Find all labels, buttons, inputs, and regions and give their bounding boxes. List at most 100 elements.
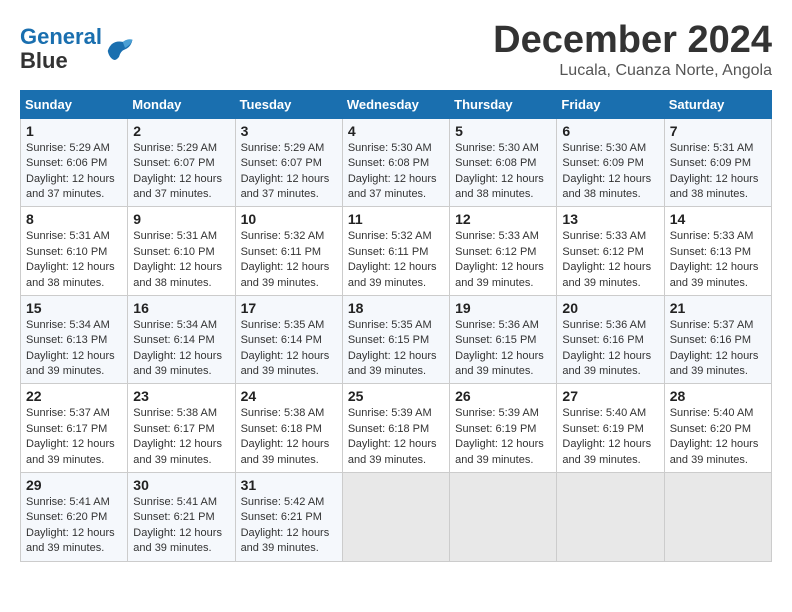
header-monday: Monday xyxy=(128,90,235,118)
day-info: Sunrise: 5:38 AM Sunset: 6:18 PM Dayligh… xyxy=(241,406,337,468)
day-info: Sunrise: 5:35 AM Sunset: 6:14 PM Dayligh… xyxy=(241,318,337,380)
calendar-cell: 12 Sunrise: 5:33 AM Sunset: 6:12 PM Dayl… xyxy=(450,207,557,296)
page-header: GeneralBlue December 2024 Lucala, Cuanza… xyxy=(20,20,772,80)
calendar-cell: 5 Sunrise: 5:30 AM Sunset: 6:08 PM Dayli… xyxy=(450,118,557,207)
day-info: Sunrise: 5:31 AM Sunset: 6:10 PM Dayligh… xyxy=(133,229,229,291)
day-info: Sunrise: 5:37 AM Sunset: 6:17 PM Dayligh… xyxy=(26,406,122,468)
calendar-cell: 18 Sunrise: 5:35 AM Sunset: 6:15 PM Dayl… xyxy=(342,295,449,384)
calendar-cell: 15 Sunrise: 5:34 AM Sunset: 6:13 PM Dayl… xyxy=(21,295,128,384)
logo: GeneralBlue xyxy=(20,25,134,73)
logo-text: GeneralBlue xyxy=(20,25,102,73)
calendar-cell: 19 Sunrise: 5:36 AM Sunset: 6:15 PM Dayl… xyxy=(450,295,557,384)
logo-bird-icon xyxy=(104,35,134,63)
header-saturday: Saturday xyxy=(664,90,771,118)
day-number: 26 xyxy=(455,388,551,404)
calendar-cell: 29 Sunrise: 5:41 AM Sunset: 6:20 PM Dayl… xyxy=(21,473,128,562)
day-number: 9 xyxy=(133,211,229,227)
day-info: Sunrise: 5:31 AM Sunset: 6:09 PM Dayligh… xyxy=(670,141,766,203)
day-info: Sunrise: 5:41 AM Sunset: 6:20 PM Dayligh… xyxy=(26,495,122,557)
day-number: 17 xyxy=(241,300,337,316)
day-info: Sunrise: 5:40 AM Sunset: 6:19 PM Dayligh… xyxy=(562,406,658,468)
day-number: 13 xyxy=(562,211,658,227)
calendar-cell: 21 Sunrise: 5:37 AM Sunset: 6:16 PM Dayl… xyxy=(664,295,771,384)
day-number: 15 xyxy=(26,300,122,316)
day-info: Sunrise: 5:30 AM Sunset: 6:08 PM Dayligh… xyxy=(348,141,444,203)
calendar-cell: 31 Sunrise: 5:42 AM Sunset: 6:21 PM Dayl… xyxy=(235,473,342,562)
calendar-cell: 28 Sunrise: 5:40 AM Sunset: 6:20 PM Dayl… xyxy=(664,384,771,473)
day-number: 25 xyxy=(348,388,444,404)
day-number: 28 xyxy=(670,388,766,404)
day-info: Sunrise: 5:42 AM Sunset: 6:21 PM Dayligh… xyxy=(241,495,337,557)
calendar-cell: 1 Sunrise: 5:29 AM Sunset: 6:06 PM Dayli… xyxy=(21,118,128,207)
day-number: 29 xyxy=(26,477,122,493)
calendar-week-1: 1 Sunrise: 5:29 AM Sunset: 6:06 PM Dayli… xyxy=(21,118,772,207)
day-info: Sunrise: 5:36 AM Sunset: 6:15 PM Dayligh… xyxy=(455,318,551,380)
day-info: Sunrise: 5:37 AM Sunset: 6:16 PM Dayligh… xyxy=(670,318,766,380)
day-info: Sunrise: 5:30 AM Sunset: 6:09 PM Dayligh… xyxy=(562,141,658,203)
day-info: Sunrise: 5:29 AM Sunset: 6:07 PM Dayligh… xyxy=(241,141,337,203)
day-number: 18 xyxy=(348,300,444,316)
day-info: Sunrise: 5:35 AM Sunset: 6:15 PM Dayligh… xyxy=(348,318,444,380)
header-thursday: Thursday xyxy=(450,90,557,118)
calendar-week-2: 8 Sunrise: 5:31 AM Sunset: 6:10 PM Dayli… xyxy=(21,207,772,296)
day-info: Sunrise: 5:39 AM Sunset: 6:18 PM Dayligh… xyxy=(348,406,444,468)
calendar-week-4: 22 Sunrise: 5:37 AM Sunset: 6:17 PM Dayl… xyxy=(21,384,772,473)
day-info: Sunrise: 5:32 AM Sunset: 6:11 PM Dayligh… xyxy=(348,229,444,291)
location: Lucala, Cuanza Norte, Angola xyxy=(493,62,772,80)
title-block: December 2024 Lucala, Cuanza Norte, Ango… xyxy=(493,20,772,80)
calendar-cell xyxy=(342,473,449,562)
day-info: Sunrise: 5:38 AM Sunset: 6:17 PM Dayligh… xyxy=(133,406,229,468)
day-info: Sunrise: 5:41 AM Sunset: 6:21 PM Dayligh… xyxy=(133,495,229,557)
day-number: 2 xyxy=(133,123,229,139)
calendar-cell xyxy=(664,473,771,562)
calendar-week-3: 15 Sunrise: 5:34 AM Sunset: 6:13 PM Dayl… xyxy=(21,295,772,384)
calendar-cell: 10 Sunrise: 5:32 AM Sunset: 6:11 PM Dayl… xyxy=(235,207,342,296)
day-info: Sunrise: 5:33 AM Sunset: 6:12 PM Dayligh… xyxy=(455,229,551,291)
day-number: 30 xyxy=(133,477,229,493)
calendar-cell xyxy=(557,473,664,562)
calendar-cell: 27 Sunrise: 5:40 AM Sunset: 6:19 PM Dayl… xyxy=(557,384,664,473)
day-number: 27 xyxy=(562,388,658,404)
calendar-cell: 7 Sunrise: 5:31 AM Sunset: 6:09 PM Dayli… xyxy=(664,118,771,207)
calendar-cell: 13 Sunrise: 5:33 AM Sunset: 6:12 PM Dayl… xyxy=(557,207,664,296)
day-number: 12 xyxy=(455,211,551,227)
day-info: Sunrise: 5:33 AM Sunset: 6:12 PM Dayligh… xyxy=(562,229,658,291)
day-number: 11 xyxy=(348,211,444,227)
calendar-cell: 8 Sunrise: 5:31 AM Sunset: 6:10 PM Dayli… xyxy=(21,207,128,296)
calendar-week-5: 29 Sunrise: 5:41 AM Sunset: 6:20 PM Dayl… xyxy=(21,473,772,562)
header-sunday: Sunday xyxy=(21,90,128,118)
day-info: Sunrise: 5:34 AM Sunset: 6:14 PM Dayligh… xyxy=(133,318,229,380)
header-wednesday: Wednesday xyxy=(342,90,449,118)
day-info: Sunrise: 5:30 AM Sunset: 6:08 PM Dayligh… xyxy=(455,141,551,203)
calendar-cell: 4 Sunrise: 5:30 AM Sunset: 6:08 PM Dayli… xyxy=(342,118,449,207)
calendar-cell: 22 Sunrise: 5:37 AM Sunset: 6:17 PM Dayl… xyxy=(21,384,128,473)
calendar-cell: 30 Sunrise: 5:41 AM Sunset: 6:21 PM Dayl… xyxy=(128,473,235,562)
calendar-cell: 14 Sunrise: 5:33 AM Sunset: 6:13 PM Dayl… xyxy=(664,207,771,296)
day-info: Sunrise: 5:34 AM Sunset: 6:13 PM Dayligh… xyxy=(26,318,122,380)
calendar-cell: 2 Sunrise: 5:29 AM Sunset: 6:07 PM Dayli… xyxy=(128,118,235,207)
day-number: 16 xyxy=(133,300,229,316)
day-info: Sunrise: 5:29 AM Sunset: 6:07 PM Dayligh… xyxy=(133,141,229,203)
day-number: 20 xyxy=(562,300,658,316)
day-info: Sunrise: 5:29 AM Sunset: 6:06 PM Dayligh… xyxy=(26,141,122,203)
day-info: Sunrise: 5:40 AM Sunset: 6:20 PM Dayligh… xyxy=(670,406,766,468)
calendar-header-row: Sunday Monday Tuesday Wednesday Thursday… xyxy=(21,90,772,118)
day-number: 24 xyxy=(241,388,337,404)
header-tuesday: Tuesday xyxy=(235,90,342,118)
day-number: 10 xyxy=(241,211,337,227)
calendar-cell: 24 Sunrise: 5:38 AM Sunset: 6:18 PM Dayl… xyxy=(235,384,342,473)
month-title: December 2024 xyxy=(493,20,772,62)
day-number: 6 xyxy=(562,123,658,139)
calendar-cell: 25 Sunrise: 5:39 AM Sunset: 6:18 PM Dayl… xyxy=(342,384,449,473)
day-number: 7 xyxy=(670,123,766,139)
calendar-cell: 16 Sunrise: 5:34 AM Sunset: 6:14 PM Dayl… xyxy=(128,295,235,384)
day-number: 19 xyxy=(455,300,551,316)
day-number: 21 xyxy=(670,300,766,316)
day-number: 14 xyxy=(670,211,766,227)
calendar-cell: 6 Sunrise: 5:30 AM Sunset: 6:09 PM Dayli… xyxy=(557,118,664,207)
header-friday: Friday xyxy=(557,90,664,118)
day-info: Sunrise: 5:36 AM Sunset: 6:16 PM Dayligh… xyxy=(562,318,658,380)
day-number: 1 xyxy=(26,123,122,139)
day-info: Sunrise: 5:32 AM Sunset: 6:11 PM Dayligh… xyxy=(241,229,337,291)
calendar-cell: 11 Sunrise: 5:32 AM Sunset: 6:11 PM Dayl… xyxy=(342,207,449,296)
